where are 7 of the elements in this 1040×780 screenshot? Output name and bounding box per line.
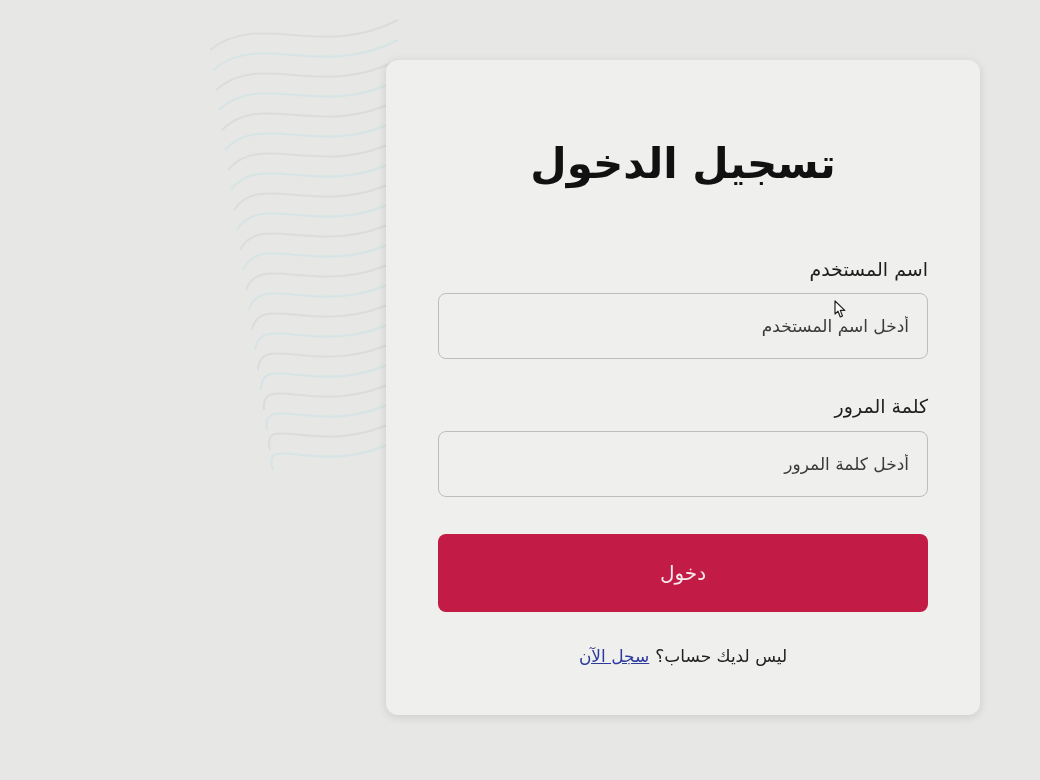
field-label: كلمة المرور bbox=[834, 394, 928, 420]
login-button[interactable]: دخول bbox=[438, 533, 928, 612]
field-label: اسم المستخدم bbox=[809, 256, 928, 283]
mouse-pointer-icon bbox=[834, 300, 847, 318]
signup-link[interactable]: سجل الآن bbox=[578, 643, 650, 669]
signup-prompt: ليس لديك حساب؟ bbox=[655, 644, 788, 668]
login-title: تسجيل الدخول bbox=[530, 138, 836, 191]
